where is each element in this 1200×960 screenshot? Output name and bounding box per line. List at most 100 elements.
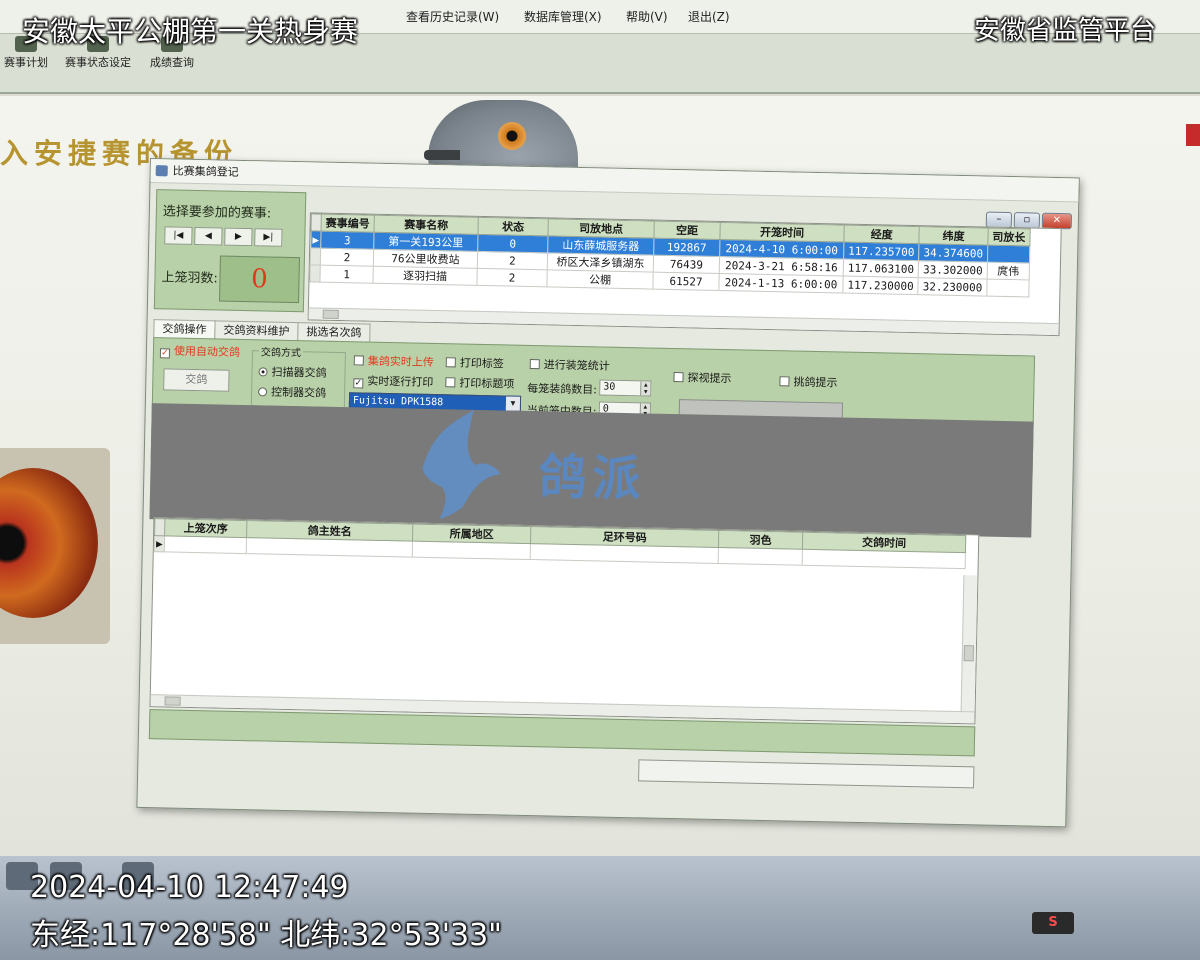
race-table: 赛事编号 赛事名称 状态 司放地点 空距 开笼时间 经度 纬度 司放长 ▶ 3 …: [307, 212, 1062, 337]
col-official[interactable]: 司放长: [987, 228, 1031, 246]
submitted-pigeons-table: 上笼次序 鸽主姓名 所属地区 足环号码 羽色 交鸽时间 ▶: [149, 517, 980, 725]
menu-exit[interactable]: 退出(Z): [688, 8, 730, 25]
select-race-label: 选择要参加的赛事:: [162, 204, 272, 222]
per-cage-input[interactable]: 30 ▲ ▼: [599, 379, 652, 397]
menu-help[interactable]: 帮助(V): [626, 8, 668, 25]
checkbox-icon: [353, 355, 364, 366]
race-name-cell[interactable]: 76公里收费站: [373, 249, 478, 269]
first-record-button[interactable]: |◀: [164, 226, 193, 245]
race-official-cell[interactable]: [986, 279, 1029, 297]
scroll-thumb[interactable]: [164, 696, 181, 706]
race-place-cell[interactable]: 公棚: [546, 269, 654, 290]
print-label-checkbox[interactable]: 打印标签: [445, 354, 504, 371]
race-distance-cell[interactable]: 76439: [653, 255, 720, 274]
race-lat-cell[interactable]: 34.374600: [918, 243, 988, 263]
radio-controller[interactable]: 控制器交鸽: [258, 383, 326, 400]
race-select-panel: 选择要参加的赛事: |◀ ◀ ▶ ▶| 上笼羽数: 0: [153, 189, 307, 313]
spinner-icon[interactable]: ▲▼: [640, 381, 651, 396]
col-race-id[interactable]: 赛事编号: [321, 214, 375, 233]
logo-band: 鸽派: [149, 403, 1034, 538]
empty-cell[interactable]: [718, 547, 803, 566]
race-official-cell[interactable]: [987, 245, 1030, 263]
dialog-title: 比赛集鸽登记: [172, 164, 239, 179]
race-lng-cell[interactable]: 117.235700: [843, 242, 920, 261]
radio-unselected-icon: [258, 387, 268, 397]
menu-history[interactable]: 查看历史记录(W): [406, 8, 499, 25]
dialog-app-icon: [155, 165, 168, 177]
row-indicator: [309, 264, 321, 283]
race-place-cell[interactable]: 山东薛城服务器: [547, 235, 654, 256]
scroll-thumb[interactable]: [963, 645, 974, 662]
race-id-cell[interactable]: 3: [320, 231, 374, 250]
race-lat-cell[interactable]: 32.230000: [918, 277, 987, 297]
menu-database[interactable]: 数据库管理(X): [524, 8, 602, 25]
col-race-name[interactable]: 赛事名称: [373, 215, 479, 235]
overlay-coordinates: 东经:117°28'58" 北纬:32°53'33": [30, 918, 502, 953]
visit-tip-checkbox[interactable]: 探视提示: [673, 369, 732, 386]
race-distance-cell[interactable]: 192867: [653, 238, 720, 257]
pigeon-beak-image: [424, 150, 460, 160]
pigeon-eye-image: [498, 122, 526, 150]
col-status[interactable]: 状态: [477, 217, 549, 236]
chevron-down-icon[interactable]: ▼: [505, 396, 521, 411]
iris-image: [0, 468, 98, 618]
status-field[interactable]: [638, 759, 975, 789]
overlay-timestamp: 2024-04-10 12:47:49: [30, 870, 349, 905]
entry-table-vscrollbar[interactable]: [960, 575, 978, 712]
cage-stats-checkbox[interactable]: 进行装笼统计: [529, 356, 610, 374]
race-lng-cell[interactable]: 117.063100: [843, 259, 919, 278]
empty-cell[interactable]: [530, 543, 719, 564]
radio-scanner[interactable]: 扫描器交鸽: [258, 363, 327, 380]
race-status-cell[interactable]: 2: [476, 268, 548, 287]
race-distance-cell[interactable]: 61527: [652, 272, 720, 291]
next-record-button[interactable]: ▶: [224, 227, 253, 247]
radio-selected-icon: [258, 367, 268, 377]
col-distance[interactable]: 空距: [653, 221, 721, 240]
row-indicator: [310, 247, 321, 266]
submit-pigeon-button[interactable]: 交鸽: [163, 368, 230, 392]
empty-cell[interactable]: [802, 549, 966, 569]
pick-tip-checkbox[interactable]: 挑鸽提示: [779, 373, 838, 390]
scroll-thumb[interactable]: [322, 309, 339, 319]
col-cage-order[interactable]: 上笼次序: [164, 518, 247, 538]
print-title-checkbox[interactable]: 打印标题项: [445, 374, 514, 391]
race-grid-table: 赛事编号 赛事名称 状态 司放地点 空距 开笼时间 经度 纬度 司放长 ▶ 3 …: [309, 213, 1031, 297]
race-lng-cell[interactable]: 117.230000: [842, 276, 919, 295]
pigeon-eye-closeup-image: [0, 448, 110, 644]
race-open-time-cell[interactable]: 2024-1-13 6:00:00: [718, 273, 844, 294]
checkbox-checked-icon: ✓: [159, 348, 171, 359]
row-indicator-header: [311, 213, 322, 232]
race-id-cell[interactable]: 1: [319, 265, 374, 284]
race-official-cell[interactable]: 庹伟: [986, 262, 1030, 280]
race-name-cell[interactable]: 第一关193公里: [373, 232, 478, 252]
prev-record-button[interactable]: ◀: [194, 226, 223, 246]
minimize-icon[interactable]: –: [985, 211, 1013, 229]
submit-method-group: 交鸽方式 扫描器交鸽 控制器交鸽: [250, 343, 346, 409]
realtime-print-checkbox[interactable]: ✓ 实时逐行打印: [353, 372, 433, 390]
race-status-cell[interactable]: 0: [477, 234, 548, 253]
col-feather-color[interactable]: 羽色: [718, 530, 803, 550]
col-longitude[interactable]: 经度: [843, 225, 920, 244]
empty-cell[interactable]: [412, 541, 531, 560]
checkbox-icon: [779, 376, 790, 387]
auto-submit-checkbox[interactable]: ✓ 使用自动交鸽: [159, 342, 240, 360]
last-record-button[interactable]: ▶|: [254, 228, 283, 247]
empty-cell[interactable]: [164, 535, 247, 554]
race-name-cell[interactable]: 逐羽扫描: [372, 266, 478, 286]
race-lat-cell[interactable]: 33.302000: [918, 260, 988, 280]
race-id-cell[interactable]: 2: [320, 248, 374, 267]
realtime-upload-checkbox[interactable]: 集鸽实时上传: [353, 352, 434, 370]
maximize-icon[interactable]: ▫: [1013, 212, 1041, 229]
empty-cell[interactable]: [246, 537, 413, 558]
checkbox-checked-icon: ✓: [353, 378, 364, 389]
checkbox-icon: [529, 358, 540, 370]
race-place-cell[interactable]: 桥区大泽乡镇湖东: [547, 252, 654, 273]
current-row-arrow-icon: ▶: [310, 230, 322, 249]
race-table-hscrollbar[interactable]: [308, 307, 1059, 336]
col-latitude[interactable]: 纬度: [919, 226, 989, 246]
tray-s-icon[interactable]: S: [1032, 912, 1074, 934]
cage-count-label: 上笼羽数:: [161, 270, 219, 287]
checkbox-icon: [445, 377, 456, 388]
cage-count-value: 0: [219, 255, 300, 304]
race-status-cell[interactable]: 2: [477, 251, 548, 270]
